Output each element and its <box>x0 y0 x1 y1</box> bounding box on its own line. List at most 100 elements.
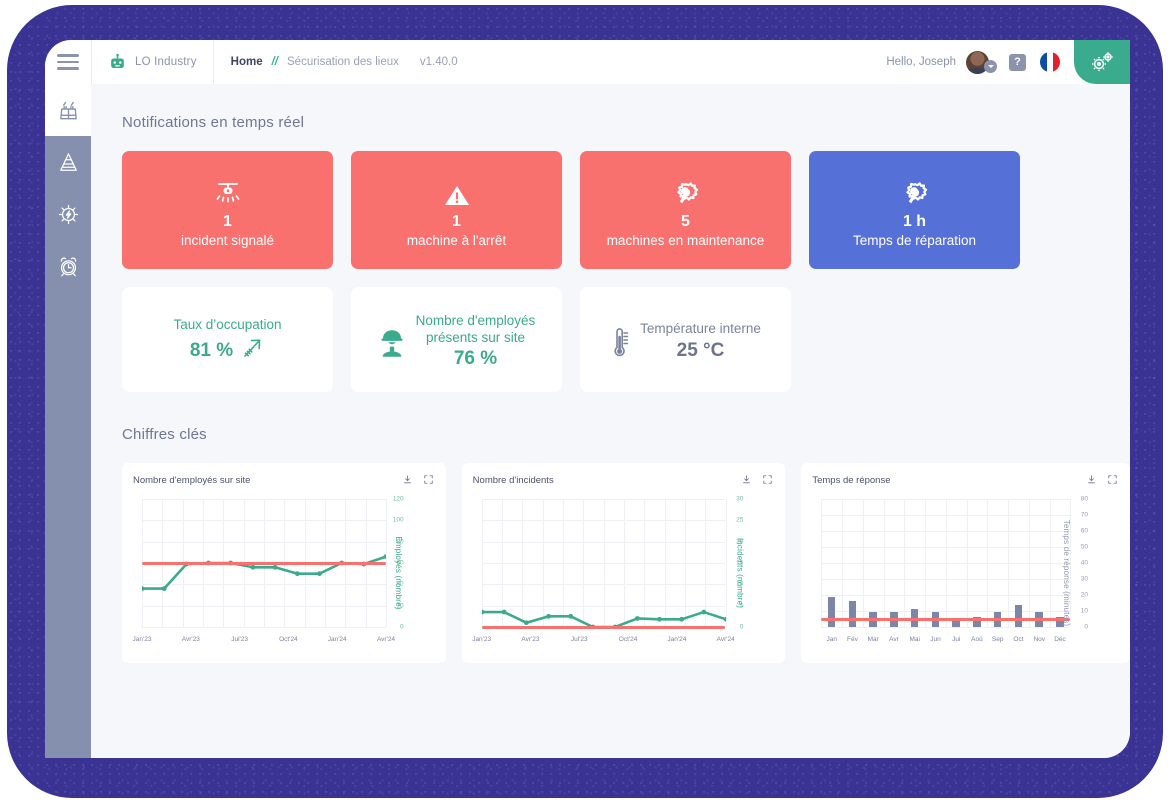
x-tick-label: Avr'23 <box>521 636 539 643</box>
sidebar-item-factory[interactable] <box>45 84 91 136</box>
language-selector[interactable] <box>1026 52 1074 72</box>
y-tick-label: 50 <box>1081 544 1088 551</box>
sidebar-item-pyramid[interactable] <box>45 136 91 188</box>
growth-arrow-icon <box>239 336 265 366</box>
threshold-line <box>482 626 726 629</box>
gridline-vertical <box>904 499 905 627</box>
breadcrumb-home[interactable]: Home <box>231 56 263 68</box>
chevron-down-icon[interactable] <box>984 60 997 73</box>
gear-wrench-icon <box>900 172 930 208</box>
kpi-label: machines en maintenance <box>607 233 765 248</box>
chart-card-employees: Nombre d'employés sur site <box>122 463 446 663</box>
y-tick-label: 100 <box>393 517 404 524</box>
kpi-value: 1 h <box>903 213 926 231</box>
bar[interactable] <box>828 597 835 627</box>
kpi-value: 1 <box>223 213 232 231</box>
x-tick-label: Fév <box>847 636 858 643</box>
threshold-line <box>142 562 386 565</box>
threshold-line <box>821 618 1070 621</box>
chart-title: Temps de réponse <box>809 475 890 486</box>
metric-label: Température interne <box>640 321 761 338</box>
chart-header: Nombre d'incidents <box>470 471 778 489</box>
hamburger-icon[interactable] <box>45 40 91 84</box>
chart-plot-area: 020406080100120 Employés (nombre) Jan'23… <box>130 489 438 657</box>
notifications-title: Notifications en temps réel <box>91 84 1130 131</box>
x-tick-label: Jul'23 <box>231 636 248 643</box>
sidebar-item-energy[interactable] <box>45 188 91 240</box>
y-tick-label: 25 <box>736 517 743 524</box>
download-icon[interactable] <box>1087 471 1096 489</box>
kpi-value: 5 <box>681 213 690 231</box>
metric-card-occupancy[interactable]: Taux d’occupation 81 % <box>122 287 333 392</box>
bar[interactable] <box>849 601 856 627</box>
x-tick-label: Avr'24 <box>717 636 735 643</box>
bar[interactable] <box>1015 605 1022 627</box>
kpi-card-repair-time[interactable]: 1 h Temps de réparation <box>809 151 1020 269</box>
y-tick-label: 30 <box>736 496 743 503</box>
y-tick-label: 60 <box>1081 528 1088 535</box>
x-tick-label: Aoû <box>971 636 983 643</box>
gridline-vertical <box>1050 499 1051 627</box>
brand-name: LO Industry <box>135 56 197 68</box>
fullscreen-icon[interactable] <box>424 471 433 489</box>
x-tick-label: Oct'24 <box>279 636 298 643</box>
kpi-value: 1 <box>452 213 461 231</box>
metric-label-line2: présents sur site <box>416 330 536 347</box>
x-tick-label: Mar <box>868 636 879 643</box>
chart-plot-area: 051015202530 Incidents (nombre) Jan'23Av… <box>470 489 778 657</box>
download-icon[interactable] <box>403 471 412 489</box>
chart-card-response-time: Temps de réponse <box>801 463 1130 663</box>
x-tick-label: Mai <box>909 636 919 643</box>
x-tick-label: Avr'24 <box>377 636 395 643</box>
kpi-card-maintenance[interactable]: 5 machines en maintenance <box>580 151 791 269</box>
thermometer-icon <box>610 325 630 359</box>
x-tick-label: Jan'23 <box>133 636 152 643</box>
france-flag-icon <box>1040 52 1060 72</box>
line-series <box>482 499 726 627</box>
download-icon[interactable] <box>742 471 751 489</box>
metric-value: 25 °C <box>640 340 761 362</box>
kpi-card-incident[interactable]: 1 incident signalé <box>122 151 333 269</box>
fullscreen-icon[interactable] <box>1108 471 1117 489</box>
x-tick-label: Jan'24 <box>328 636 347 643</box>
breadcrumb-current: Sécurisation des lieux <box>287 56 399 68</box>
x-tick-label: Nov <box>1033 636 1045 643</box>
sidebar <box>45 84 91 758</box>
gridline <box>821 627 1070 628</box>
x-tick-label: Jul'23 <box>571 636 588 643</box>
x-tick-label: Oct <box>1013 636 1023 643</box>
chart-canvas <box>482 499 726 627</box>
gridline-vertical <box>1029 499 1030 627</box>
x-tick-label: Jan'23 <box>472 636 491 643</box>
x-axis-labels: Jan'23Avr'23Jul'23Oct'24Jan'24Avr'24 <box>482 636 726 648</box>
metric-card-temperature[interactable]: Température interne 25 °C <box>580 287 791 392</box>
worker-helmet-icon <box>378 327 406 357</box>
chart-tools <box>403 471 438 489</box>
warning-triangle-icon <box>443 172 471 208</box>
gears-settings-icon[interactable] <box>1074 40 1130 84</box>
metric-card-employees[interactable]: Nombre d'employés présents sur site 76 % <box>351 287 562 392</box>
brand[interactable]: LO Industry <box>92 40 213 84</box>
x-tick-label: Avr'23 <box>182 636 200 643</box>
fullscreen-icon[interactable] <box>763 471 772 489</box>
y-tick-label: 40 <box>1081 560 1088 567</box>
gridline-vertical <box>842 499 843 627</box>
app-window: LO Industry Home // Sécurisation des lie… <box>45 40 1130 758</box>
kpi-card-machine-stopped[interactable]: 1 machine à l'arrêt <box>351 151 562 269</box>
metric-row: Taux d’occupation 81 % <box>91 269 1130 392</box>
metric-text: Température interne 25 °C <box>640 321 761 362</box>
y-axis-title: Temps de réponse (minutes) <box>1062 520 1071 627</box>
y-tick-label: 0 <box>1084 624 1088 631</box>
help-button[interactable]: ? <box>1009 54 1026 71</box>
bar[interactable] <box>952 621 959 627</box>
kpi-label: Temps de réparation <box>853 233 976 248</box>
breadcrumb: Home // Sécurisation des lieux v1.40.0 <box>214 40 458 84</box>
chart-canvas <box>821 499 1070 627</box>
chart-title: Nombre d'incidents <box>470 475 554 486</box>
y-tick-label: 30 <box>1081 576 1088 583</box>
gridline-vertical <box>925 499 926 627</box>
gridline-vertical <box>863 499 864 627</box>
metric-label: Taux d’occupation <box>173 317 281 334</box>
sidebar-item-alarm[interactable] <box>45 240 91 292</box>
y-tick-label: 120 <box>393 496 404 503</box>
